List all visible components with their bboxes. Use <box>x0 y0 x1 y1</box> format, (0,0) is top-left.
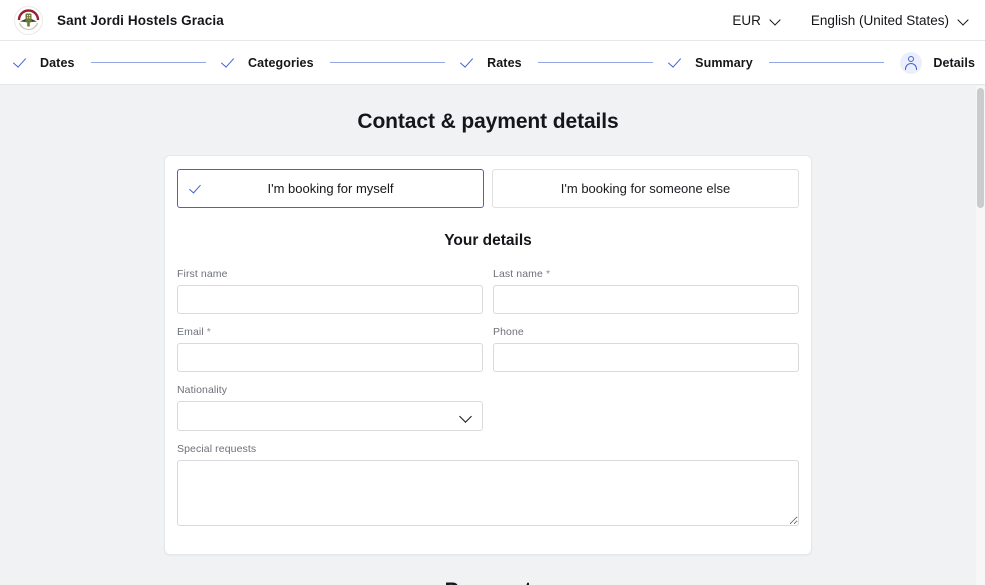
nationality-label: Nationality <box>177 384 483 397</box>
step-connector <box>537 62 654 63</box>
step-connector <box>90 62 207 63</box>
booking-for-myself-label: I'm booking for myself <box>267 181 394 196</box>
special-requests-row: Special requests <box>177 443 799 526</box>
check-icon <box>222 55 237 70</box>
email-label: Email * <box>177 326 483 339</box>
your-details-card: I'm booking for myself I'm booking for s… <box>164 155 812 555</box>
last-name-input[interactable] <box>493 285 799 314</box>
hostel-crest-logo-svg <box>15 7 42 33</box>
nationality-select-wrapper <box>177 401 483 431</box>
step-label: Categories <box>248 55 314 70</box>
special-requests-field-group: Special requests <box>177 443 799 526</box>
check-icon <box>14 55 29 70</box>
email-input[interactable] <box>177 343 483 372</box>
header-controls: EUR English (United States) <box>732 13 969 28</box>
phone-field-group: Phone <box>493 326 799 372</box>
step-label: Rates <box>487 55 522 70</box>
language-value: English (United States) <box>810 12 949 28</box>
payment-title: Payment <box>0 555 976 585</box>
name-row: First name Last name * <box>177 268 799 314</box>
last-name-field-group: Last name * <box>493 268 799 314</box>
first-name-input[interactable] <box>177 285 483 314</box>
language-selector[interactable]: English (United States) <box>811 13 969 28</box>
currency-selector[interactable]: EUR <box>732 13 781 28</box>
special-requests-label: Special requests <box>177 443 799 456</box>
page-scroll-area: Contact & payment details I'm booking fo… <box>0 86 985 585</box>
email-label-text: Email <box>177 326 204 338</box>
nationality-select[interactable] <box>177 401 483 431</box>
brand[interactable]: Sant Jordi Hostels Gracia <box>14 5 224 35</box>
special-requests-textarea[interactable] <box>177 460 799 526</box>
phone-input[interactable] <box>493 343 799 372</box>
contact-row: Email * Phone <box>177 326 799 372</box>
booking-for-someone-else-option[interactable]: I'm booking for someone else <box>492 169 799 208</box>
last-name-label-text: Last name <box>493 268 543 280</box>
currency-value: EUR <box>732 12 761 28</box>
first-name-label-text: First name <box>177 268 228 280</box>
check-icon <box>190 182 203 195</box>
step-connector <box>329 62 446 63</box>
first-name-label: First name <box>177 268 483 281</box>
nationality-spacer <box>493 384 799 431</box>
site-header: Sant Jordi Hostels Gracia EUR English (U… <box>0 0 985 41</box>
email-required-marker: * <box>206 326 211 338</box>
app-viewport: Sant Jordi Hostels Gracia EUR English (U… <box>0 0 985 585</box>
nationality-label-text: Nationality <box>177 384 228 396</box>
step-details[interactable]: Details <box>900 51 976 74</box>
step-summary[interactable]: Summary <box>669 55 753 70</box>
booking-for-myself-option[interactable]: I'm booking for myself <box>177 169 484 208</box>
last-name-label: Last name * <box>493 268 799 281</box>
nationality-field-group: Nationality <box>177 384 483 431</box>
page-content: Contact & payment details I'm booking fo… <box>0 86 976 585</box>
check-icon <box>461 55 476 70</box>
step-label: Dates <box>40 55 75 70</box>
nationality-row: Nationality <box>177 384 799 431</box>
special-requests-label-text: Special requests <box>177 443 257 455</box>
chevron-down-icon <box>958 15 969 26</box>
hostel-crest-logo <box>14 5 43 35</box>
brand-name: Sant Jordi Hostels Gracia <box>57 12 224 28</box>
scrollbar-thumb[interactable] <box>977 88 984 208</box>
email-field-group: Email * <box>177 326 483 372</box>
chevron-down-icon <box>770 15 781 26</box>
your-details-heading: Your details <box>444 232 532 249</box>
check-icon <box>669 55 684 70</box>
step-label: Summary <box>695 55 753 70</box>
booking-stepper: Dates Categories Rates Summary Details <box>0 41 985 85</box>
your-details-form: First name Last name * Email * Phone Nat… <box>165 268 811 554</box>
page-scrollbar[interactable] <box>976 86 985 585</box>
step-rates[interactable]: Rates <box>461 55 522 70</box>
person-icon <box>900 51 923 74</box>
last-name-required-marker: * <box>545 268 551 280</box>
phone-label-text: Phone <box>493 326 524 338</box>
phone-label: Phone <box>493 326 799 339</box>
step-categories[interactable]: Categories <box>222 55 314 70</box>
step-dates[interactable]: Dates <box>14 55 75 70</box>
step-connector <box>768 62 885 63</box>
page-title: Contact & payment details <box>357 110 619 133</box>
booking-for-toggle: I'm booking for myself I'm booking for s… <box>165 156 811 208</box>
booking-for-someone-else-label: I'm booking for someone else <box>560 181 731 196</box>
first-name-field-group: First name <box>177 268 483 314</box>
step-label: Details <box>933 55 976 70</box>
